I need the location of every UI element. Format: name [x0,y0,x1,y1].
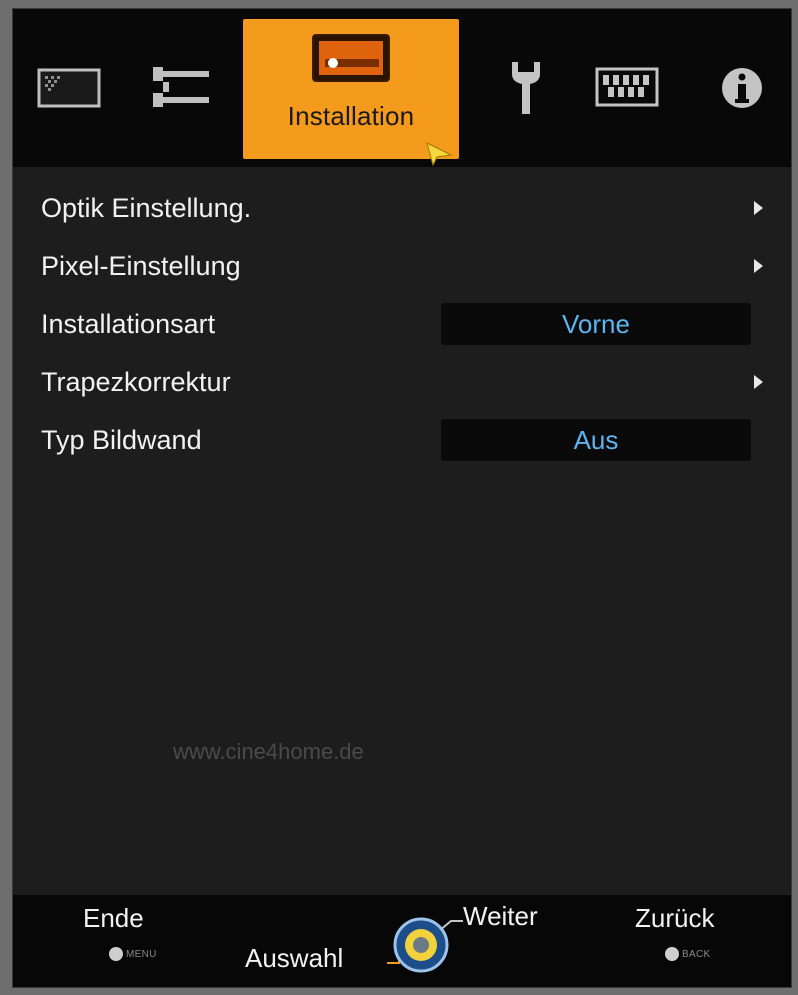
watermark: www.cine4home.de [173,739,364,764]
menu-item-installationsart[interactable]: Installationsart Vorne [13,295,791,353]
menu-key-label: MENU [126,948,157,960]
menu-item-label: Typ Bildwand [41,424,202,455]
menu-item-label: Optik Einstellung. [41,192,252,223]
menu-key-hint: MENU [109,947,157,961]
footer-auswahl: Auswahl [245,943,344,973]
wrench-icon [512,62,540,114]
footer-ende: Ende [83,903,144,933]
display-icon [595,67,659,107]
chevron-right-icon [754,201,763,215]
chevron-right-icon [754,375,763,389]
menu-item-label: Trapezkorrektur [41,366,231,397]
menu-item-trapezkorrektur[interactable]: Trapezkorrektur [13,353,791,411]
tab-installation-label: Installation [287,101,415,131]
tab-signal[interactable] [141,9,221,167]
tab-setup[interactable] [491,9,561,167]
osd-screen: Installation Optik Einstellung. Pixel-Ei… [12,8,792,988]
tab-display[interactable] [587,9,667,167]
menu-item-pixel-einstellung[interactable]: Pixel-Einstellung [13,237,791,295]
tab-bar: Installation [13,9,791,167]
picture-icon [37,68,101,108]
menu-button-icon [109,947,123,961]
footer-weiter: Weiter [463,901,538,931]
menu-item-typ-bildwand[interactable]: Typ Bildwand Aus [13,411,791,469]
menu-list: Optik Einstellung. Pixel-Einstellung Ins… [13,179,791,469]
menu-item-label: Pixel-Einstellung [41,250,241,281]
menu-item-label: Installationsart [41,308,216,339]
chevron-right-icon [754,259,763,273]
back-button-icon [665,947,679,961]
installation-icon [312,34,390,82]
back-key-label: BACK [682,948,711,960]
tab-picture[interactable] [29,9,109,167]
typ-bildwand-value[interactable]: Aus [441,419,751,461]
menu-item-optik-einstellung[interactable]: Optik Einstellung. [13,179,791,237]
tab-information[interactable] [707,9,777,167]
signal-icon [153,67,209,107]
dpad-navigation-icon [387,917,463,973]
installationsart-value[interactable]: Vorne [441,303,751,345]
footer-zurueck: Zurück [635,903,715,933]
tab-installation[interactable]: Installation [243,19,459,167]
back-key-hint: BACK [665,947,710,961]
footer-bar: Ende MENU Auswahl Weiter Zurück BACK [13,895,791,987]
info-icon [722,68,762,108]
pointer-cursor-icon [426,142,453,167]
